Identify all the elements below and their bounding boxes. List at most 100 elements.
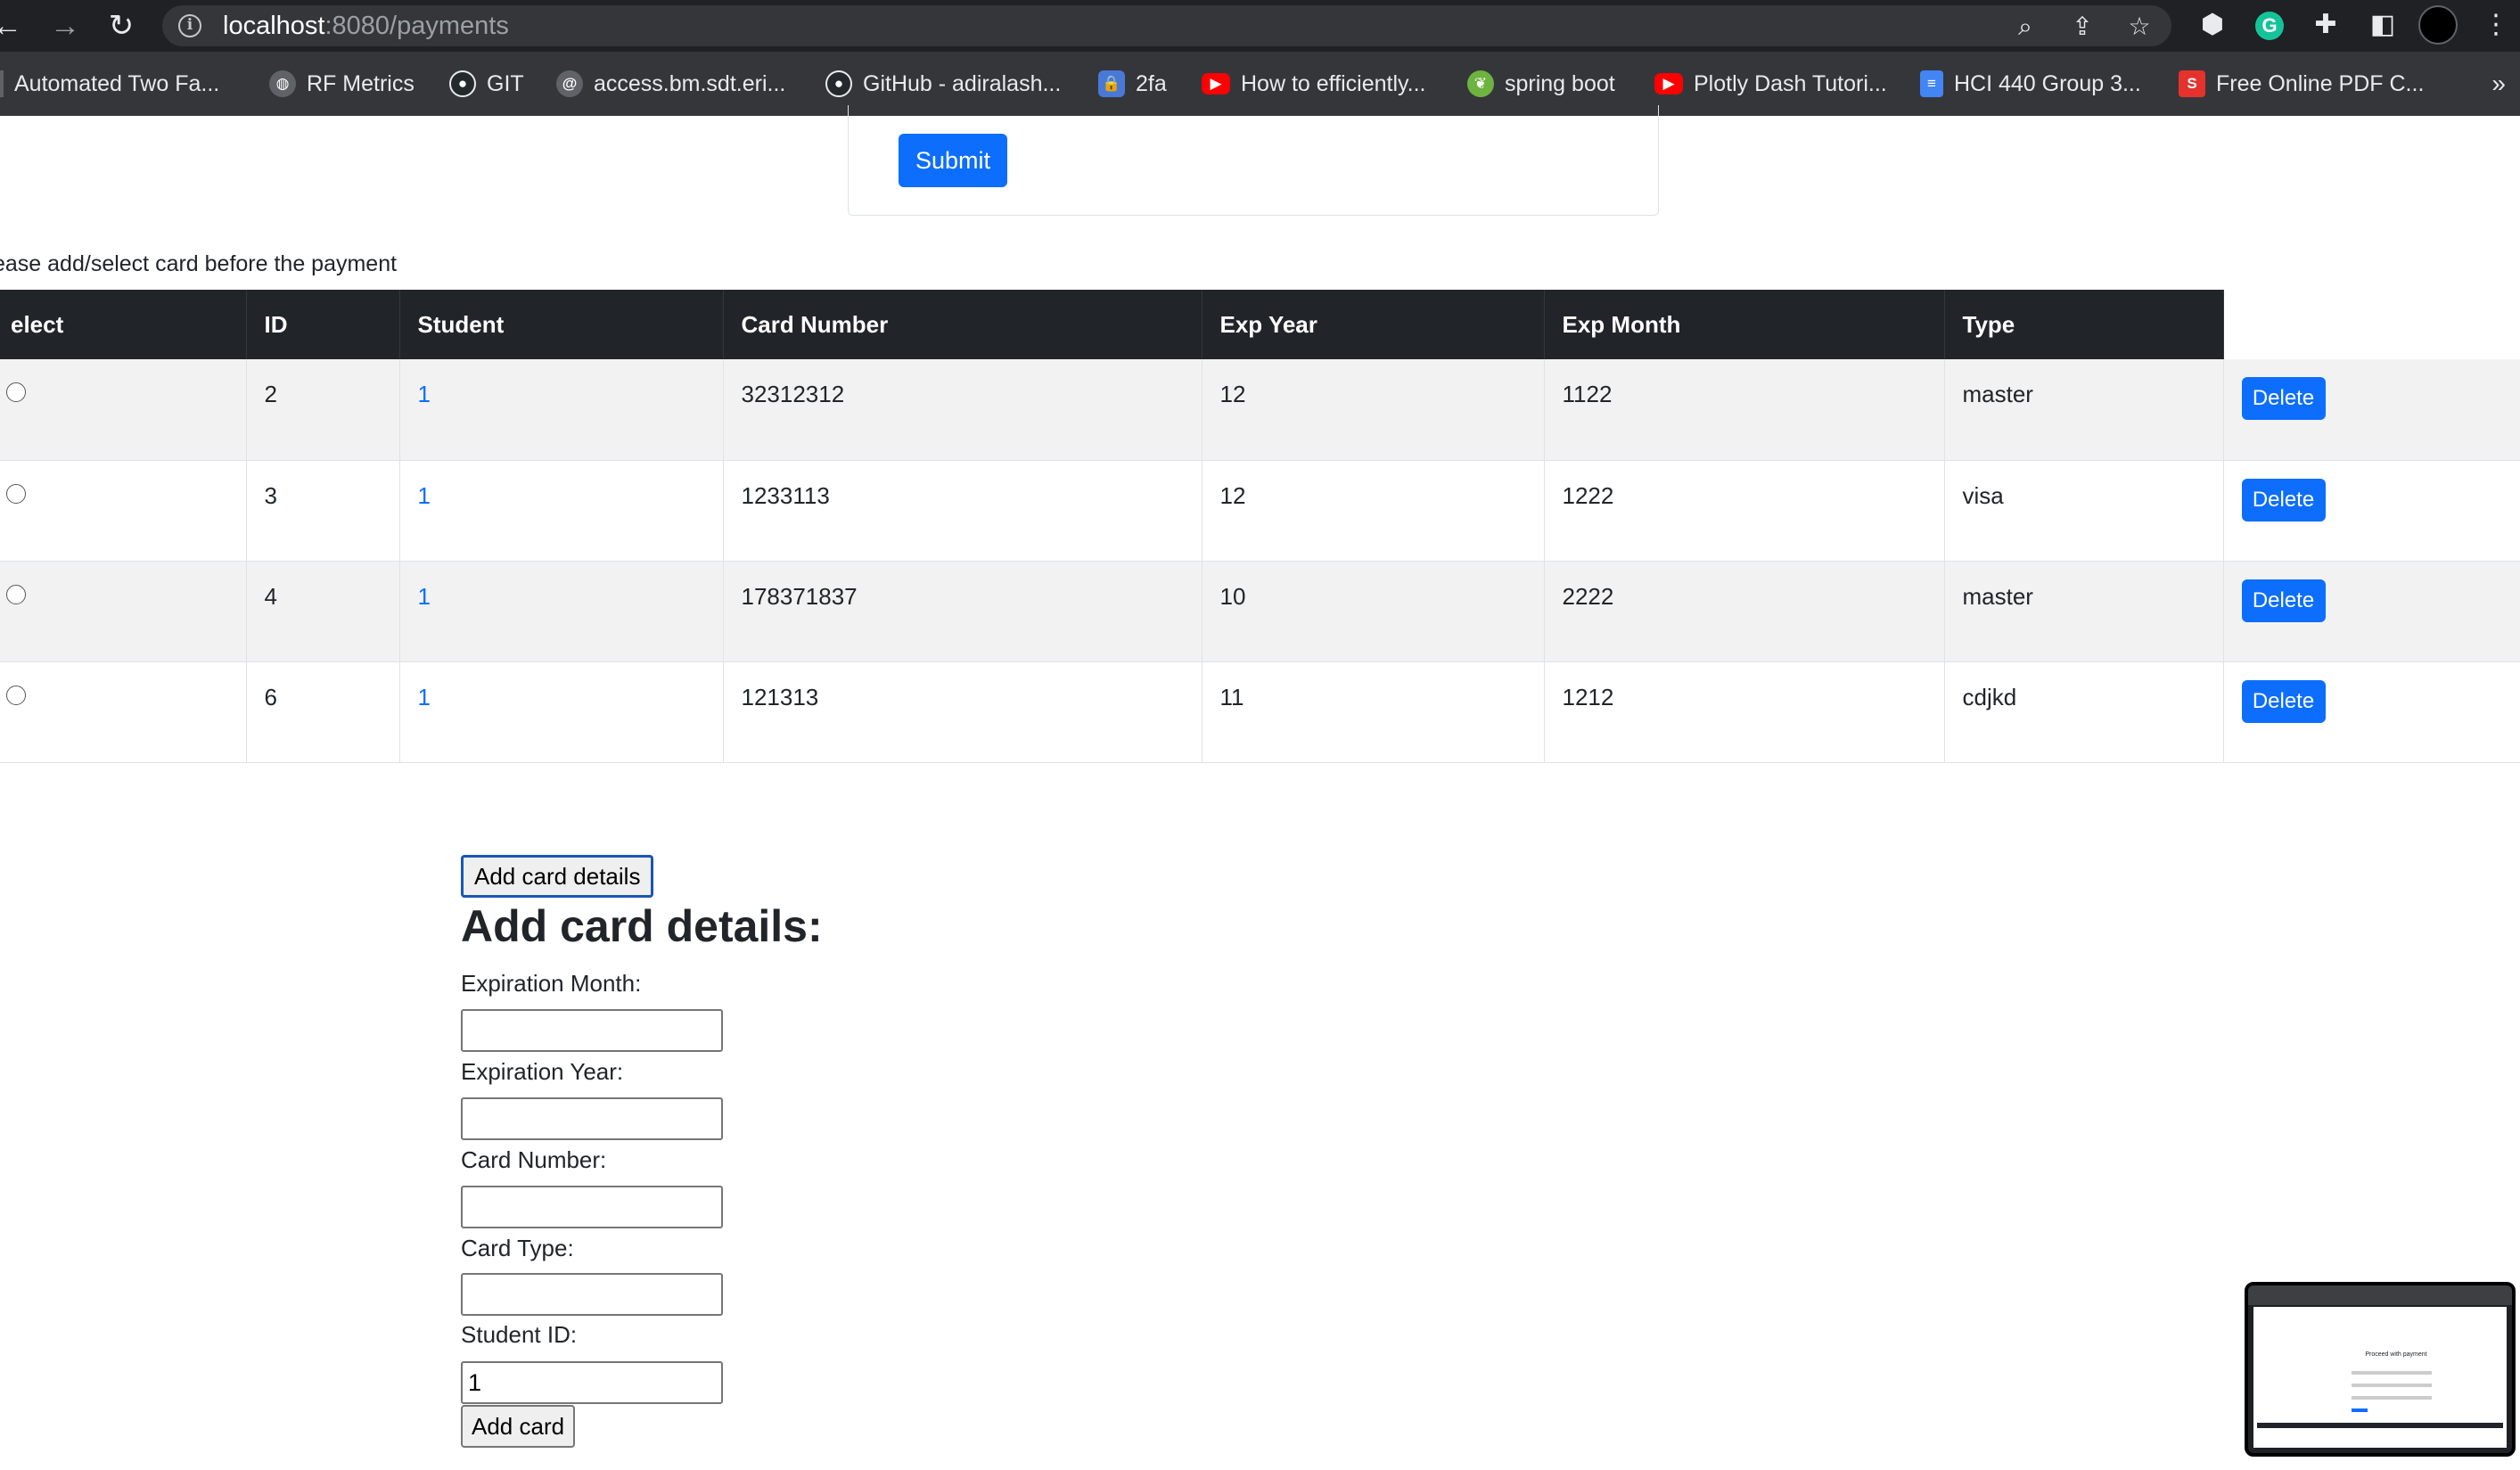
delete-button[interactable]: Delete [2241, 579, 2326, 622]
youtube-icon: ▶ [1202, 73, 1230, 94]
exp-month: 1122 [1544, 359, 1945, 461]
extension-icon[interactable]: ⬢ [2195, 7, 2230, 43]
column-header-id: ID [246, 290, 400, 359]
card-type: master [1944, 561, 2224, 662]
expiration-month-input[interactable] [461, 1009, 723, 1052]
exp-year: 10 [1202, 561, 1545, 662]
exp-month: 1212 [1544, 661, 1945, 763]
info-icon[interactable]: i [178, 14, 201, 37]
thumbnail-field [2352, 1371, 2432, 1375]
github-icon: ● [449, 70, 476, 97]
submit-button[interactable]: Submit [899, 134, 1007, 187]
bookmark-rf-metrics[interactable]: ◍ RF Metrics [269, 66, 415, 102]
column-header-type: Type [1944, 290, 2224, 359]
bookmark-plotly-dash[interactable]: ▶ Plotly Dash Tutori... [1654, 66, 1887, 102]
student-id-label: Student ID: [461, 1321, 578, 1348]
thumbnail-field [2352, 1396, 2432, 1400]
column-header-select: elect [0, 290, 247, 359]
card-type: visa [1944, 460, 2224, 562]
card-id: 2 [246, 359, 400, 461]
bookmark-automated-two-factor[interactable]: Automated Two Fa... [0, 66, 219, 102]
expiration-year-input[interactable] [461, 1097, 723, 1140]
student-link[interactable]: 1 [418, 381, 431, 407]
reload-icon[interactable]: ↻ [105, 10, 137, 42]
add-card-heading: Add card details: [461, 901, 823, 951]
table-row: 4 1 178371837 10 2222 master Delete [0, 561, 2520, 662]
table-header-row: elect ID Student Card Number Exp Year Ex… [0, 290, 2520, 359]
lock-icon: 🔒 [1098, 70, 1125, 97]
grammarly-icon[interactable]: G [2255, 12, 2284, 40]
delete-button[interactable]: Delete [2241, 377, 2326, 420]
browser-toolbar: ← → ↻ i localhost:8080/payments ⌕ ⇪ ☆ ⬢ … [0, 0, 2520, 52]
menu-icon[interactable]: ⋮ [2478, 7, 2514, 43]
globe-icon: ◍ [269, 70, 296, 97]
share-icon[interactable]: ⇪ [2068, 12, 2097, 41]
column-header-actions [2223, 290, 2520, 359]
zoom-icon[interactable]: ⌕ [2011, 12, 2040, 41]
bookmark-hci-440[interactable]: ≡ HCI 440 Group 3... [1920, 66, 2141, 102]
card-notice-text: ease add/select card before the payment [0, 251, 398, 276]
bookmarks-overflow-icon[interactable]: » [2491, 70, 2506, 98]
add-card-details-toggle[interactable]: Add card details [461, 855, 654, 898]
card-type-label: Card Type: [461, 1235, 574, 1261]
bookmark-how-to-efficiently[interactable]: ▶ How to efficiently... [1202, 66, 1426, 102]
expiration-year-label: Expiration Year: [461, 1058, 624, 1085]
delete-button[interactable]: Delete [2241, 478, 2326, 521]
exp-year: 11 [1202, 661, 1545, 763]
sidepanel-icon[interactable]: ◧ [2365, 7, 2401, 43]
column-header-card-number: Card Number [723, 290, 1203, 359]
add-card-button[interactable]: Add card [461, 1405, 576, 1448]
table-row: 6 1 121313 11 1212 cdjkd Delete [0, 661, 2520, 763]
delete-button[interactable]: Delete [2241, 679, 2326, 723]
card-number: 121313 [723, 661, 1203, 763]
address-bar[interactable]: i localhost:8080/payments ⌕ ⇪ ☆ [162, 5, 2171, 46]
card-id: 6 [246, 661, 400, 763]
back-icon[interactable]: ← [0, 10, 23, 42]
select-card-radio[interactable] [6, 483, 26, 504]
pdf-icon: S [2179, 70, 2205, 97]
table-row: 3 1 1233113 12 1222 visa Delete [0, 460, 2520, 562]
bookmark-2fa[interactable]: 🔒 2fa [1098, 66, 1167, 102]
student-link[interactable]: 1 [418, 684, 431, 710]
select-card-radio[interactable] [6, 685, 26, 705]
select-card-radio[interactable] [6, 584, 26, 604]
exp-month: 2222 [1544, 561, 1945, 662]
bookmark-icon [0, 70, 4, 97]
student-link[interactable]: 1 [418, 583, 431, 610]
avatar[interactable] [2418, 5, 2458, 45]
spring-leaf-icon: ❦ [1467, 70, 1494, 97]
column-header-exp-month: Exp Month [1544, 290, 1945, 359]
card-id: 3 [246, 460, 400, 562]
card-number-label: Card Number: [461, 1146, 607, 1173]
card-id: 4 [246, 561, 400, 662]
student-link[interactable]: 1 [418, 482, 431, 509]
card-type-input[interactable] [461, 1273, 723, 1316]
thumbnail-button [2352, 1408, 2368, 1412]
card-number-input[interactable] [461, 1186, 723, 1228]
puzzle-icon[interactable]: ✚ [2308, 7, 2344, 43]
url-text[interactable]: localhost:8080/payments [223, 12, 509, 39]
docs-icon: ≡ [1920, 70, 1943, 97]
expiration-month-label: Expiration Month: [461, 970, 642, 997]
thumbnail-table [2257, 1423, 2503, 1428]
payment-form-card: Submit [848, 105, 1659, 216]
bookmark-spring-boot[interactable]: ❦ spring boot [1467, 66, 1615, 102]
student-id-input[interactable] [461, 1361, 723, 1404]
select-card-radio[interactable] [6, 382, 26, 402]
column-header-student: Student [399, 290, 724, 359]
bookmark-git[interactable]: ● GIT [449, 66, 524, 102]
bookmark-free-online-pdf[interactable]: S Free Online PDF C... [2179, 66, 2424, 102]
exp-year: 12 [1202, 359, 1545, 461]
thumbnail-page: Proceed with payment [2253, 1307, 2507, 1448]
card-number: 1233113 [723, 460, 1203, 562]
forward-icon[interactable]: → [49, 10, 81, 42]
github-icon: ● [825, 70, 852, 97]
screen-preview-thumbnail[interactable]: Proceed with payment [2245, 1282, 2516, 1457]
thumbnail-title: Proceed with payment [2365, 1351, 2427, 1358]
bookmark-github-adiralash[interactable]: ● GitHub - adiralash... [825, 66, 1061, 102]
star-icon[interactable]: ☆ [2125, 12, 2154, 41]
youtube-icon: ▶ [1654, 73, 1683, 94]
card-type: cdjkd [1944, 661, 2224, 763]
bookmark-access-bm[interactable]: @ access.bm.sdt.eri... [556, 66, 785, 102]
table-row: 2 1 32312312 12 1122 master Delete [0, 359, 2520, 461]
